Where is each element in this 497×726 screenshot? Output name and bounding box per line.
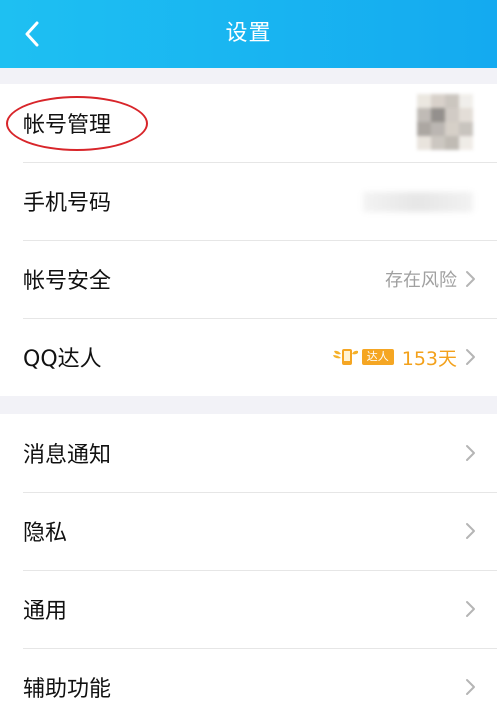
row-label: 隐私 [23,521,68,546]
chevron-right-icon [466,601,475,617]
row-right [465,648,477,726]
accessibility-row[interactable]: 辅助功能 [0,648,497,726]
general-row[interactable]: 通用 [0,570,497,648]
chevron-right-icon [466,445,475,461]
account-security-row[interactable]: 帐号安全 存在风险 [0,240,497,318]
row-right [465,492,477,570]
row-label: 消息通知 [23,443,112,468]
row-right [465,570,477,648]
blurred-phone-number [363,192,473,212]
row-right: 达人 153天 [332,318,477,396]
security-status: 存在风险 [385,270,457,291]
phone-number-row[interactable]: 手机号码 [0,162,497,240]
notifications-row[interactable]: 消息通知 [0,414,497,492]
expert-tag: 达人 [361,349,394,365]
highlight-circle [6,96,148,151]
row-right: 存在风险 [385,240,477,318]
expert-days: 153天 [401,347,457,370]
page-title: 设置 [225,21,272,46]
row-label: 手机号码 [23,191,112,216]
row-label: 帐号安全 [23,269,112,294]
row-label: 通用 [23,599,68,624]
row-label: QQ达人 [23,347,102,372]
avatar [417,94,473,150]
chevron-right-icon [466,679,475,695]
row-right [465,414,477,492]
winged-phone-icon [332,349,358,365]
general-section: 消息通知 隐私 通用 辅助功能 [0,414,497,726]
chevron-right-icon [466,349,475,365]
chevron-right-icon [466,523,475,539]
expert-badge: 达人 [332,346,394,368]
qq-expert-row[interactable]: QQ达人 达人 153天 [0,318,497,396]
row-label: 辅助功能 [23,677,112,702]
top-bar: 设置 [0,0,497,68]
chevron-right-icon [466,271,475,287]
privacy-row[interactable]: 隐私 [0,492,497,570]
